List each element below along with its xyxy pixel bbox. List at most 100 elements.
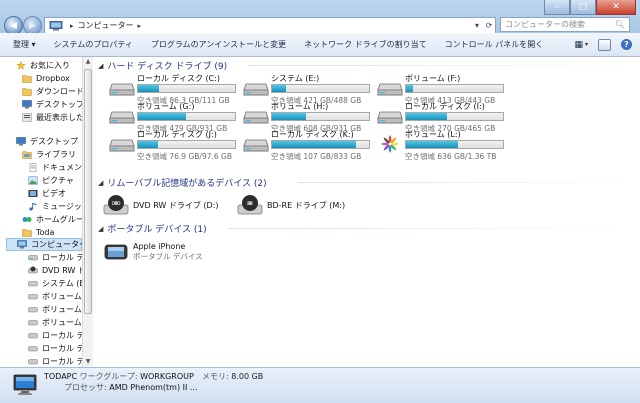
drive-usage-bar (271, 84, 370, 93)
drive-name: ローカル ディスク (C:) (137, 74, 221, 83)
sidebar-item-recent[interactable]: 最近表示した場 (22, 111, 82, 124)
uninstall-program-button[interactable]: プログラムのアンインストールと変更 (142, 39, 295, 50)
search-input[interactable]: コンピューターの検索 (505, 19, 585, 30)
drive-icon (28, 307, 38, 313)
sidebar-item-libraries[interactable]: ライブラリ (22, 148, 76, 161)
group-divider (228, 228, 638, 229)
sidebar-item-drive-c[interactable]: ローカル ディ (28, 251, 82, 264)
drive-name: ローカル ディスク (I:) (405, 102, 485, 111)
sidebar-item-dropbox[interactable]: Dropbox (22, 72, 70, 85)
sidebar-item-desktop[interactable]: デスクトップ (22, 98, 82, 111)
drive-usage-fill (272, 141, 357, 148)
device-bd-drive[interactable]: BD BD-RE ドライブ (M:) (237, 193, 345, 217)
sidebar-scrollbar[interactable]: ▲ ▼ (82, 57, 93, 367)
drive-tile[interactable]: ボリューム (F:) 空き領域 413 GB/443 GB (369, 73, 504, 105)
minimize-button[interactable]: – (544, 0, 570, 15)
group-header-portable[interactable]: ◢ ポータブル デバイス (1) (98, 222, 638, 235)
view-options-button[interactable]: ▦ ▾ (574, 40, 588, 50)
sidebar-item-drive-k[interactable]: ローカル ディ (28, 355, 82, 367)
computer-icon (17, 240, 27, 249)
pc-name: TODAPC (44, 372, 78, 381)
drive-name: ローカル ディスク (K:) (271, 130, 354, 139)
hard-drive-icon (243, 111, 269, 124)
group-header-removable[interactable]: ◢ リムーバブル記憶域があるデバイス (2) (98, 176, 638, 189)
drive-tile[interactable]: ボリューム (L:) 空き領域 636 GB/1.36 TB (369, 129, 504, 161)
address-dropdown-icon[interactable]: ▾ (471, 21, 483, 30)
collapse-triangle-icon[interactable]: ◢ (98, 225, 103, 233)
sidebar-item-downloads[interactable]: ダウンロード (22, 85, 82, 98)
bd-drive-icon: BD (237, 195, 263, 215)
scroll-down-icon[interactable]: ▼ (83, 357, 93, 367)
sidebar-item-drive-h[interactable]: ボリューム (H (28, 316, 82, 329)
open-control-panel-button[interactable]: コントロール パネルを開く (436, 39, 553, 50)
refresh-icon[interactable]: ⟳ (483, 21, 495, 30)
drive-usage-bar (271, 140, 370, 149)
search-box[interactable]: コンピューターの検索 🔍︎ (500, 17, 630, 32)
desktop-icon (22, 100, 32, 109)
star-icon (16, 61, 26, 70)
maximize-button[interactable]: □ (570, 0, 596, 15)
drive-icon (28, 255, 38, 261)
drive-usage-fill (272, 113, 306, 120)
processor-value: AMD Phenom(tm) II ... (109, 383, 198, 392)
drive-tile[interactable]: ローカル ディスク (I:) 空き領域 270 GB/465 GB (369, 101, 504, 133)
workgroup-label: ワークグループ: (79, 372, 138, 381)
drive-icon (28, 346, 38, 352)
sidebar-item-favorites[interactable]: お気に入り (16, 59, 70, 72)
processor-label: プロセッサ: (64, 383, 107, 392)
drive-tile[interactable]: ローカル ディスク (K:) 空き領域 107 GB/833 GB (235, 129, 370, 161)
content-pane: ◢ ハード ディスク ドライブ (9) ローカル ディスク (C:) 空き領域 8… (93, 57, 640, 367)
help-icon[interactable]: ? (621, 39, 632, 50)
sidebar-item-drive-j[interactable]: ローカル ディ (28, 342, 82, 355)
drive-usage-fill (272, 85, 286, 92)
command-bar: 整理 ▾ システムのプロパティ プログラムのアンインストールと変更 ネットワーク… (0, 33, 640, 57)
scroll-up-icon[interactable]: ▲ (83, 57, 93, 67)
drive-usage-fill (138, 141, 159, 148)
drive-tile[interactable]: ローカル ディスク (J:) 空き領域 76.9 GB/97.6 GB (101, 129, 236, 161)
sidebar-item-dvd[interactable]: DVD RW ドラ (28, 264, 82, 277)
sidebar-item-desktop-root[interactable]: デスクトップ (16, 135, 78, 148)
recent-icon (22, 113, 32, 122)
address-bar[interactable]: ▸ コンピューター ▸ ▾ ⟳ (44, 17, 496, 34)
sidebar-item-drive-i[interactable]: ローカル ディ (28, 329, 82, 342)
sidebar-item-computer[interactable]: コンピューター (6, 238, 82, 251)
hard-drive-icon (109, 83, 135, 96)
explorer-window: – □ ✕ ◀ ▶ ▸ コンピューター ▸ ▾ ⟳ コンピューターの検索 🔍︎ (0, 0, 640, 403)
sidebar-item-drive-f[interactable]: ボリューム (F: (28, 290, 82, 303)
forward-arrow-icon: ▶ (29, 20, 36, 31)
drive-usage-bar (137, 112, 236, 121)
group-header-hdd[interactable]: ◢ ハード ディスク ドライブ (9) (98, 59, 638, 72)
drive-tile[interactable]: ボリューム (H:) 空き領域 608 GB/931 GB (235, 101, 370, 133)
sidebar-item-homegroup[interactable]: ホームグループ (22, 213, 82, 226)
computer-icon (13, 374, 37, 395)
library-icon (22, 151, 32, 159)
device-dvd-drive[interactable]: DVD DVD RW ドライブ (D:) (103, 193, 219, 217)
collapse-triangle-icon[interactable]: ◢ (98, 62, 103, 70)
group-divider (248, 65, 638, 66)
sidebar-item-pictures[interactable]: ピクチャ (28, 174, 74, 187)
map-network-drive-button[interactable]: ネットワーク ドライブの割り当て (295, 39, 436, 50)
dvd-drive-icon: DVD (103, 195, 129, 215)
sidebar-item-drive-e[interactable]: システム (E:) (28, 277, 82, 290)
drive-tile[interactable]: システム (E:) 空き領域 421 GB/488 GB (235, 73, 370, 105)
sidebar-item-drive-g[interactable]: ボリューム (G (28, 303, 82, 316)
preview-pane-button[interactable] (598, 38, 611, 51)
scroll-thumb[interactable] (84, 69, 92, 314)
close-button[interactable]: ✕ (596, 0, 636, 15)
organize-button[interactable]: 整理 ▾ (0, 39, 45, 50)
music-icon (29, 203, 37, 211)
desktop-icon (16, 137, 26, 146)
sidebar-item-documents[interactable]: ドキュメント (28, 161, 82, 174)
volume-flower-icon (381, 135, 399, 153)
drive-tile[interactable]: ローカル ディスク (C:) 空き領域 86.3 GB/111 GB (101, 73, 236, 105)
breadcrumb-computer[interactable]: コンピューター (78, 20, 134, 31)
view-icon: ▦ (574, 39, 583, 50)
sidebar-item-music[interactable]: ミュージック (28, 200, 82, 213)
sidebar-item-videos[interactable]: ビデオ (28, 187, 66, 200)
device-iphone[interactable]: Apple iPhone ポータブル デバイス (103, 240, 203, 264)
collapse-triangle-icon[interactable]: ◢ (98, 179, 103, 187)
drive-tile[interactable]: ボリューム (G:) 空き領域 479 GB/931 GB (101, 101, 236, 133)
drive-name: ボリューム (F:) (405, 74, 461, 83)
search-icon: 🔍︎ (614, 20, 625, 29)
system-properties-button[interactable]: システムのプロパティ (45, 39, 142, 50)
